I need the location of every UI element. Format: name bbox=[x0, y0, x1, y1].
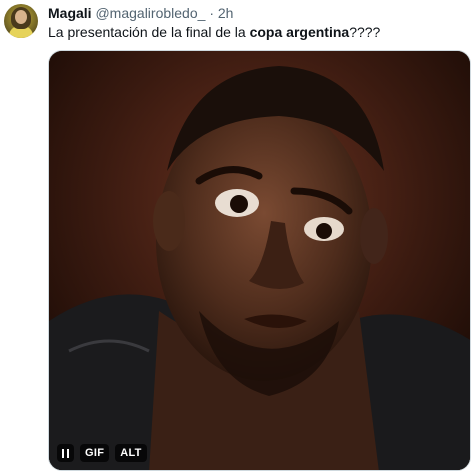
gif-frame-illustration bbox=[49, 51, 470, 470]
author-handle[interactable]: @magalirobledo_ bbox=[95, 5, 205, 21]
gif-badge: GIF bbox=[80, 444, 110, 462]
gif-controls: GIF ALT bbox=[57, 444, 147, 462]
tweet-text-suffix: ???? bbox=[349, 24, 381, 40]
author-name[interactable]: Magali bbox=[48, 5, 92, 21]
tweet-text: La presentación de la final de la copa a… bbox=[48, 24, 380, 41]
author-avatar[interactable] bbox=[4, 4, 38, 38]
gif-media[interactable]: GIF ALT bbox=[48, 50, 471, 471]
tweet-text-bold: copa argentina bbox=[249, 24, 350, 40]
avatar-face bbox=[15, 10, 27, 24]
tweet-header: Magali @magalirobledo_ · 2h bbox=[48, 5, 233, 21]
separator-dot: · bbox=[209, 5, 214, 21]
tweet-time[interactable]: 2h bbox=[218, 5, 234, 21]
alt-badge[interactable]: ALT bbox=[115, 444, 147, 462]
pause-icon[interactable] bbox=[57, 444, 74, 462]
tweet-text-plain: La presentación de la final de la bbox=[48, 24, 250, 40]
